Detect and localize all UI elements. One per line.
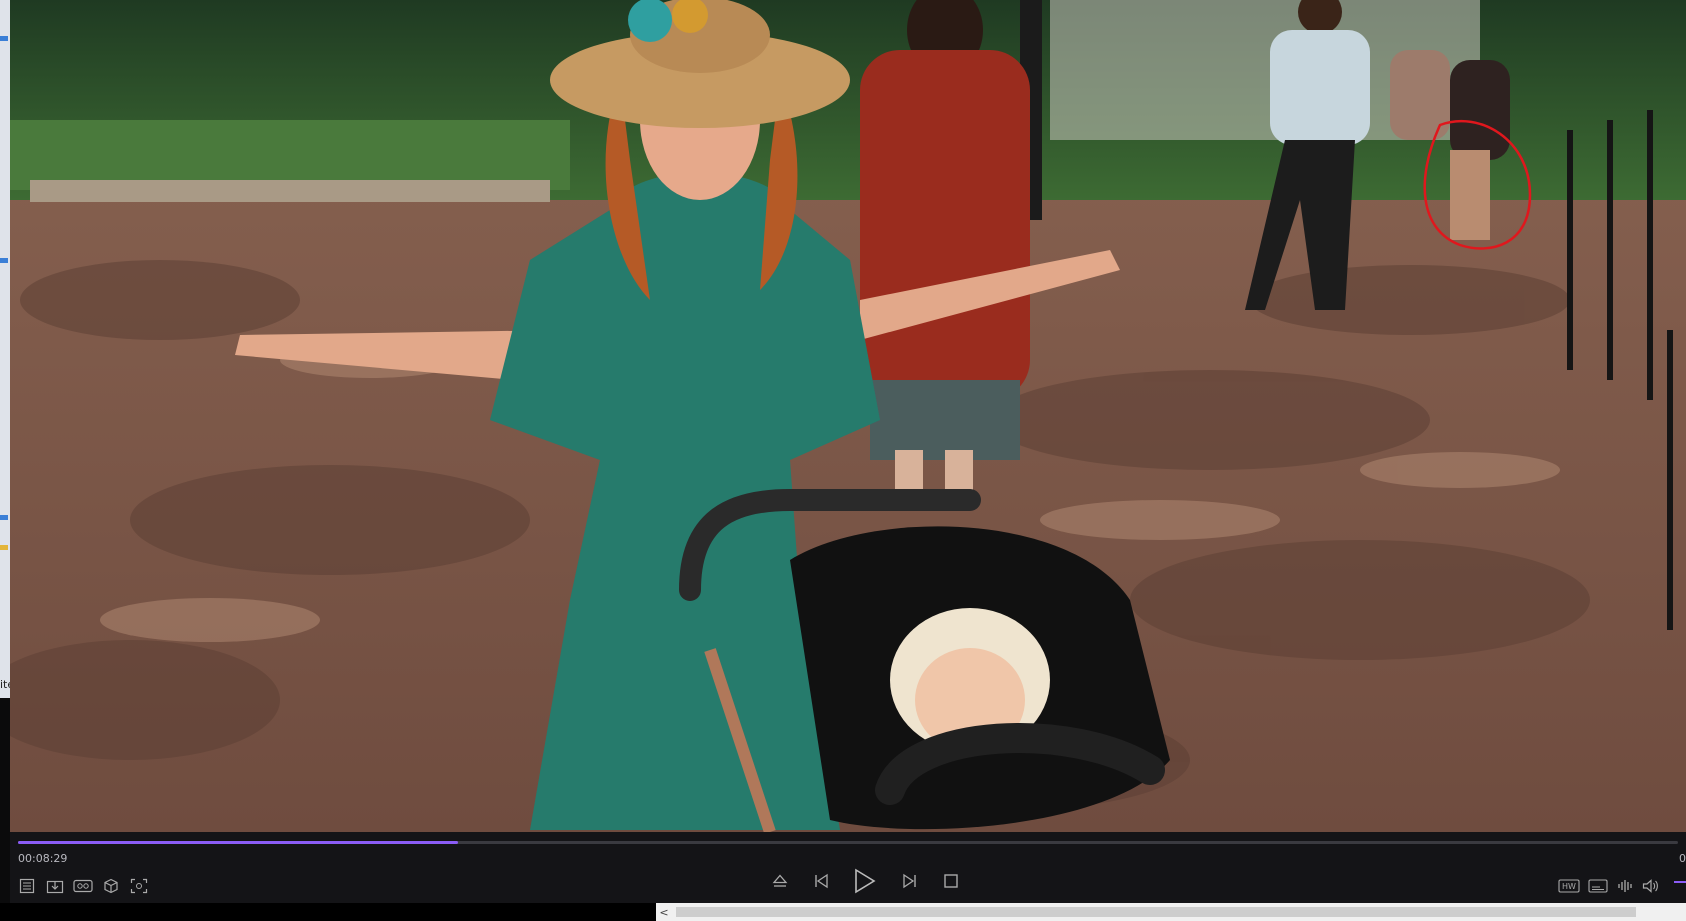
horizontal-scrollbar[interactable]: < — [656, 903, 1686, 921]
next-icon[interactable] — [899, 870, 921, 892]
screenshot-icon[interactable] — [128, 875, 150, 897]
volume-icon[interactable] — [1640, 875, 1662, 897]
audio-track-icon[interactable] — [1615, 875, 1637, 897]
desktop-marker — [0, 545, 8, 550]
video-frame[interactable] — [10, 0, 1686, 832]
current-time: 00:08:29 — [18, 852, 68, 865]
video-scene — [10, 0, 1686, 832]
end-time: 0 — [1679, 852, 1686, 865]
seek-bar-fill — [18, 841, 458, 844]
desktop-edge: ite — [0, 0, 14, 698]
download-icon[interactable] — [44, 875, 66, 897]
desktop-marker — [0, 515, 8, 520]
playlist-icon[interactable] — [16, 875, 38, 897]
scrollbar-thumb[interactable] — [676, 907, 1636, 917]
desktop-marker — [0, 258, 8, 263]
flower-bed — [10, 120, 570, 190]
woman-red-coat — [860, 0, 1030, 500]
curb — [30, 180, 550, 202]
desktop-marker — [0, 36, 8, 41]
media-player: 00:08:29 0 HW — [10, 0, 1686, 903]
previous-icon[interactable] — [810, 870, 832, 892]
seek-bar[interactable] — [18, 841, 1678, 844]
scroll-left-button[interactable]: < — [656, 903, 672, 921]
play-icon[interactable] — [850, 866, 880, 896]
eject-icon[interactable] — [769, 870, 791, 892]
vr-icon[interactable] — [72, 875, 94, 897]
3d-cube-icon[interactable] — [100, 875, 122, 897]
hw-decode-icon[interactable]: HW — [1557, 875, 1581, 897]
stop-icon[interactable] — [940, 870, 962, 892]
subtitles-icon[interactable] — [1586, 875, 1610, 897]
hw-label: HW — [1562, 882, 1576, 891]
volume-slider[interactable] — [1674, 881, 1686, 883]
player-controls: 00:08:29 0 HW — [10, 832, 1686, 903]
